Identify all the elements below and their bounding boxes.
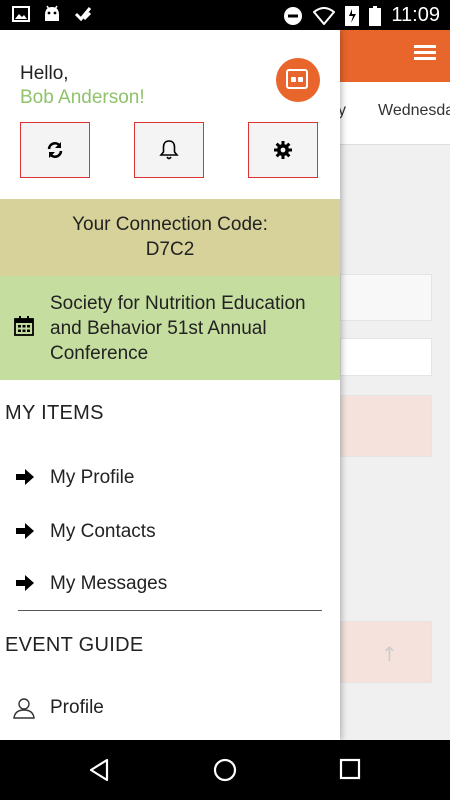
settings-button[interactable] bbox=[248, 122, 318, 178]
bell-icon bbox=[159, 140, 179, 160]
back-icon[interactable] bbox=[88, 758, 110, 782]
background-input bbox=[340, 338, 432, 376]
avatar[interactable] bbox=[276, 58, 320, 102]
nav-item-profile[interactable]: Profile bbox=[0, 686, 340, 730]
nav-item-my-messages[interactable]: My Messages bbox=[0, 562, 340, 606]
event-name: Society for Nutrition Education and Beha… bbox=[50, 293, 306, 364]
background-content: ↑ bbox=[340, 144, 450, 740]
image-icon bbox=[12, 6, 30, 22]
home-icon[interactable] bbox=[213, 758, 237, 782]
android-icon bbox=[45, 5, 59, 21]
current-event[interactable]: Society for Nutrition Education and Beha… bbox=[0, 276, 340, 380]
nav-item-label: My Contacts bbox=[50, 521, 156, 542]
background-banner bbox=[340, 395, 432, 457]
divider bbox=[18, 610, 322, 611]
nav-item-label: My Messages bbox=[50, 573, 168, 594]
arrow-right-icon bbox=[16, 523, 34, 539]
nav-item-label: My Profile bbox=[50, 467, 135, 488]
status-bar: 11:09 bbox=[0, 0, 450, 30]
clock: 11:09 bbox=[391, 4, 440, 26]
battery-icon bbox=[369, 5, 382, 26]
tab-wednesday[interactable]: Wednesda bbox=[378, 102, 450, 120]
event-guide-heading: EVENT GUIDE bbox=[5, 634, 144, 656]
connection-code-label: Your Connection Code: bbox=[72, 214, 268, 235]
recents-icon[interactable] bbox=[339, 758, 361, 780]
connection-code-panel: Your Connection Code: D7C2 bbox=[0, 199, 340, 276]
data-icon bbox=[345, 5, 360, 26]
person-icon bbox=[13, 698, 35, 719]
arrow-right-icon bbox=[16, 575, 34, 591]
gear-icon bbox=[274, 141, 292, 159]
user-name: Bob Anderson! bbox=[20, 87, 145, 108]
badge-icon bbox=[286, 69, 308, 89]
connection-code: D7C2 bbox=[145, 239, 195, 260]
arrow-up-icon: ↑ bbox=[381, 642, 398, 666]
nav-item-my-profile[interactable]: My Profile bbox=[0, 456, 340, 500]
greeting: Hello, Bob Anderson! bbox=[20, 62, 145, 110]
dnd-icon bbox=[284, 6, 303, 25]
hamburger-menu-icon[interactable] bbox=[414, 42, 436, 64]
background-scroll-top[interactable]: ↑ bbox=[340, 621, 432, 683]
background-card bbox=[340, 274, 432, 321]
wifi-icon bbox=[313, 6, 336, 25]
refresh-button[interactable] bbox=[20, 122, 90, 178]
navigation-drawer: Hello, Bob Anderson! Your Connection Cod… bbox=[0, 30, 340, 740]
arrow-right-icon bbox=[16, 469, 34, 485]
system-navigation-bar bbox=[0, 740, 450, 800]
greeting-text: Hello, bbox=[20, 63, 69, 84]
calendar-icon bbox=[14, 316, 34, 336]
notifications-button[interactable] bbox=[134, 122, 204, 178]
my-items-heading: MY ITEMS bbox=[5, 402, 104, 424]
checkmark-icon bbox=[74, 7, 92, 22]
nav-item-label: Profile bbox=[50, 697, 104, 718]
refresh-icon bbox=[47, 142, 63, 158]
nav-item-my-contacts[interactable]: My Contacts bbox=[0, 510, 340, 554]
